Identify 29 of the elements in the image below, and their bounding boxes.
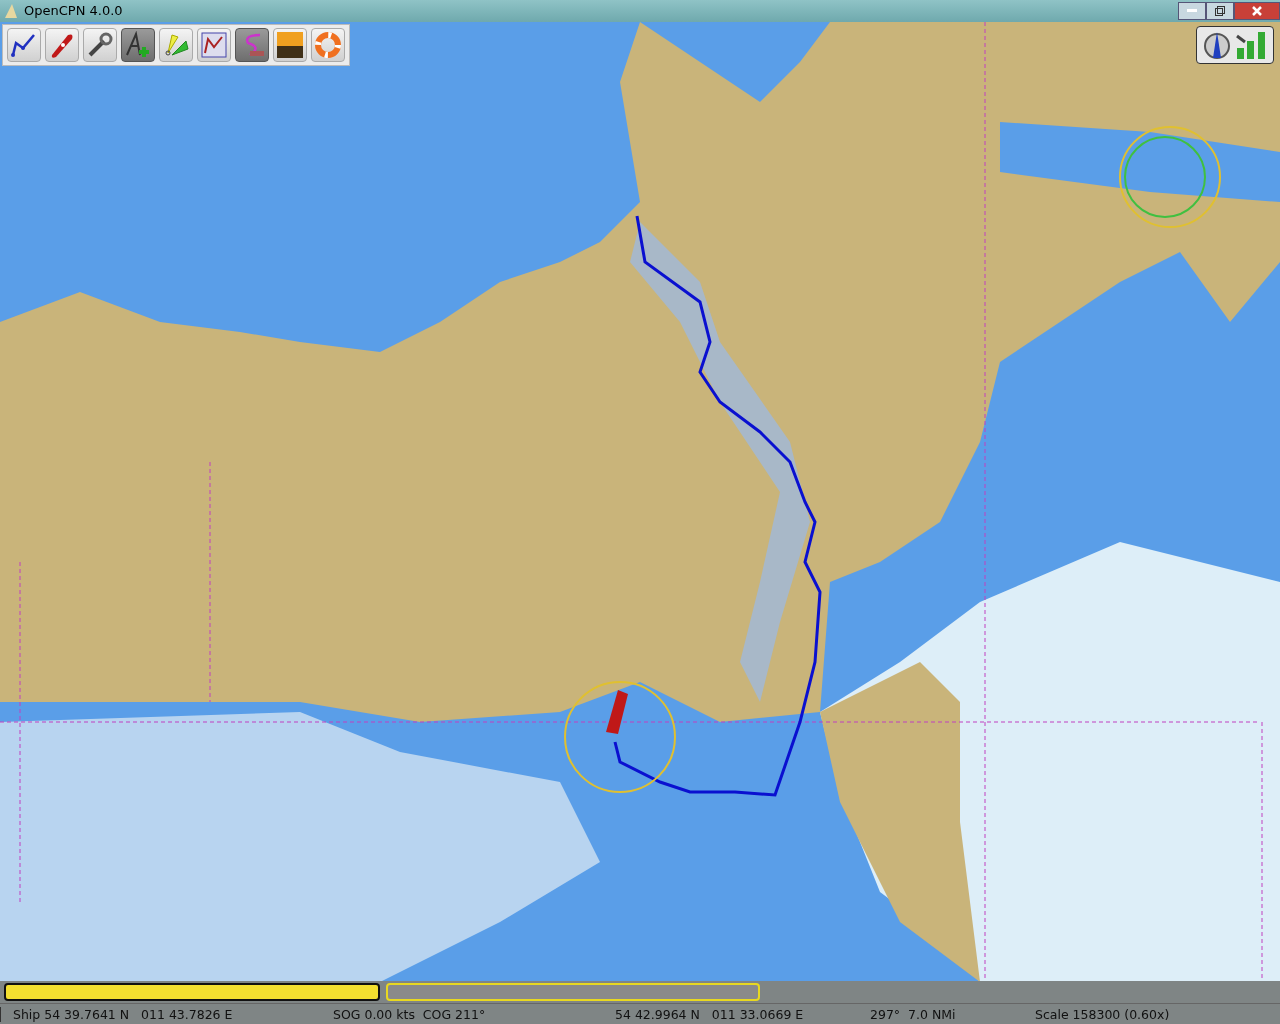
- scale-text: Scale 158300 (0.60x): [1035, 1006, 1170, 1022]
- wrench-icon: [86, 31, 114, 59]
- sog-cog-text: SOG 0.00 kts COG 211°: [333, 1006, 487, 1022]
- toolbar-button[interactable]: [45, 28, 79, 62]
- chart-list-icon: [200, 31, 228, 59]
- close-icon: [1252, 6, 1262, 16]
- restore-button[interactable]: [1206, 2, 1234, 20]
- restore-icon: [1215, 6, 1225, 16]
- close-button[interactable]: [1234, 2, 1280, 20]
- toolbar-button[interactable]: [273, 28, 307, 62]
- ship-icon[interactable]: [606, 690, 628, 734]
- toolbar-button[interactable]: [83, 28, 117, 62]
- route-line[interactable]: [613, 215, 822, 797]
- tide-icon: [162, 31, 190, 59]
- minimize-button[interactable]: [1178, 2, 1206, 20]
- ship-position-text: Ship 54 39.7641 N 011 43.7826 E: [0, 1006, 333, 1022]
- toolbar-button[interactable]: [197, 28, 231, 62]
- compass-icon[interactable]: [1203, 30, 1231, 60]
- chart-bar-item[interactable]: [4, 983, 380, 1002]
- bearing-distance-text: 297° 7.0 NMi: [870, 1006, 957, 1022]
- lifebuoy-icon: [314, 31, 342, 59]
- signal-strength-icon[interactable]: [1235, 30, 1267, 60]
- sunset-icon: [276, 31, 304, 59]
- text-add-icon: [124, 31, 152, 59]
- minimize-icon: [1187, 9, 1197, 13]
- window-title: OpenCPN 4.0.0: [24, 3, 124, 19]
- toolbar-button[interactable]: [7, 28, 41, 62]
- cursor-position-text: 54 42.9964 N 011 33.0669 E: [614, 1006, 805, 1022]
- app-icon: [4, 3, 18, 19]
